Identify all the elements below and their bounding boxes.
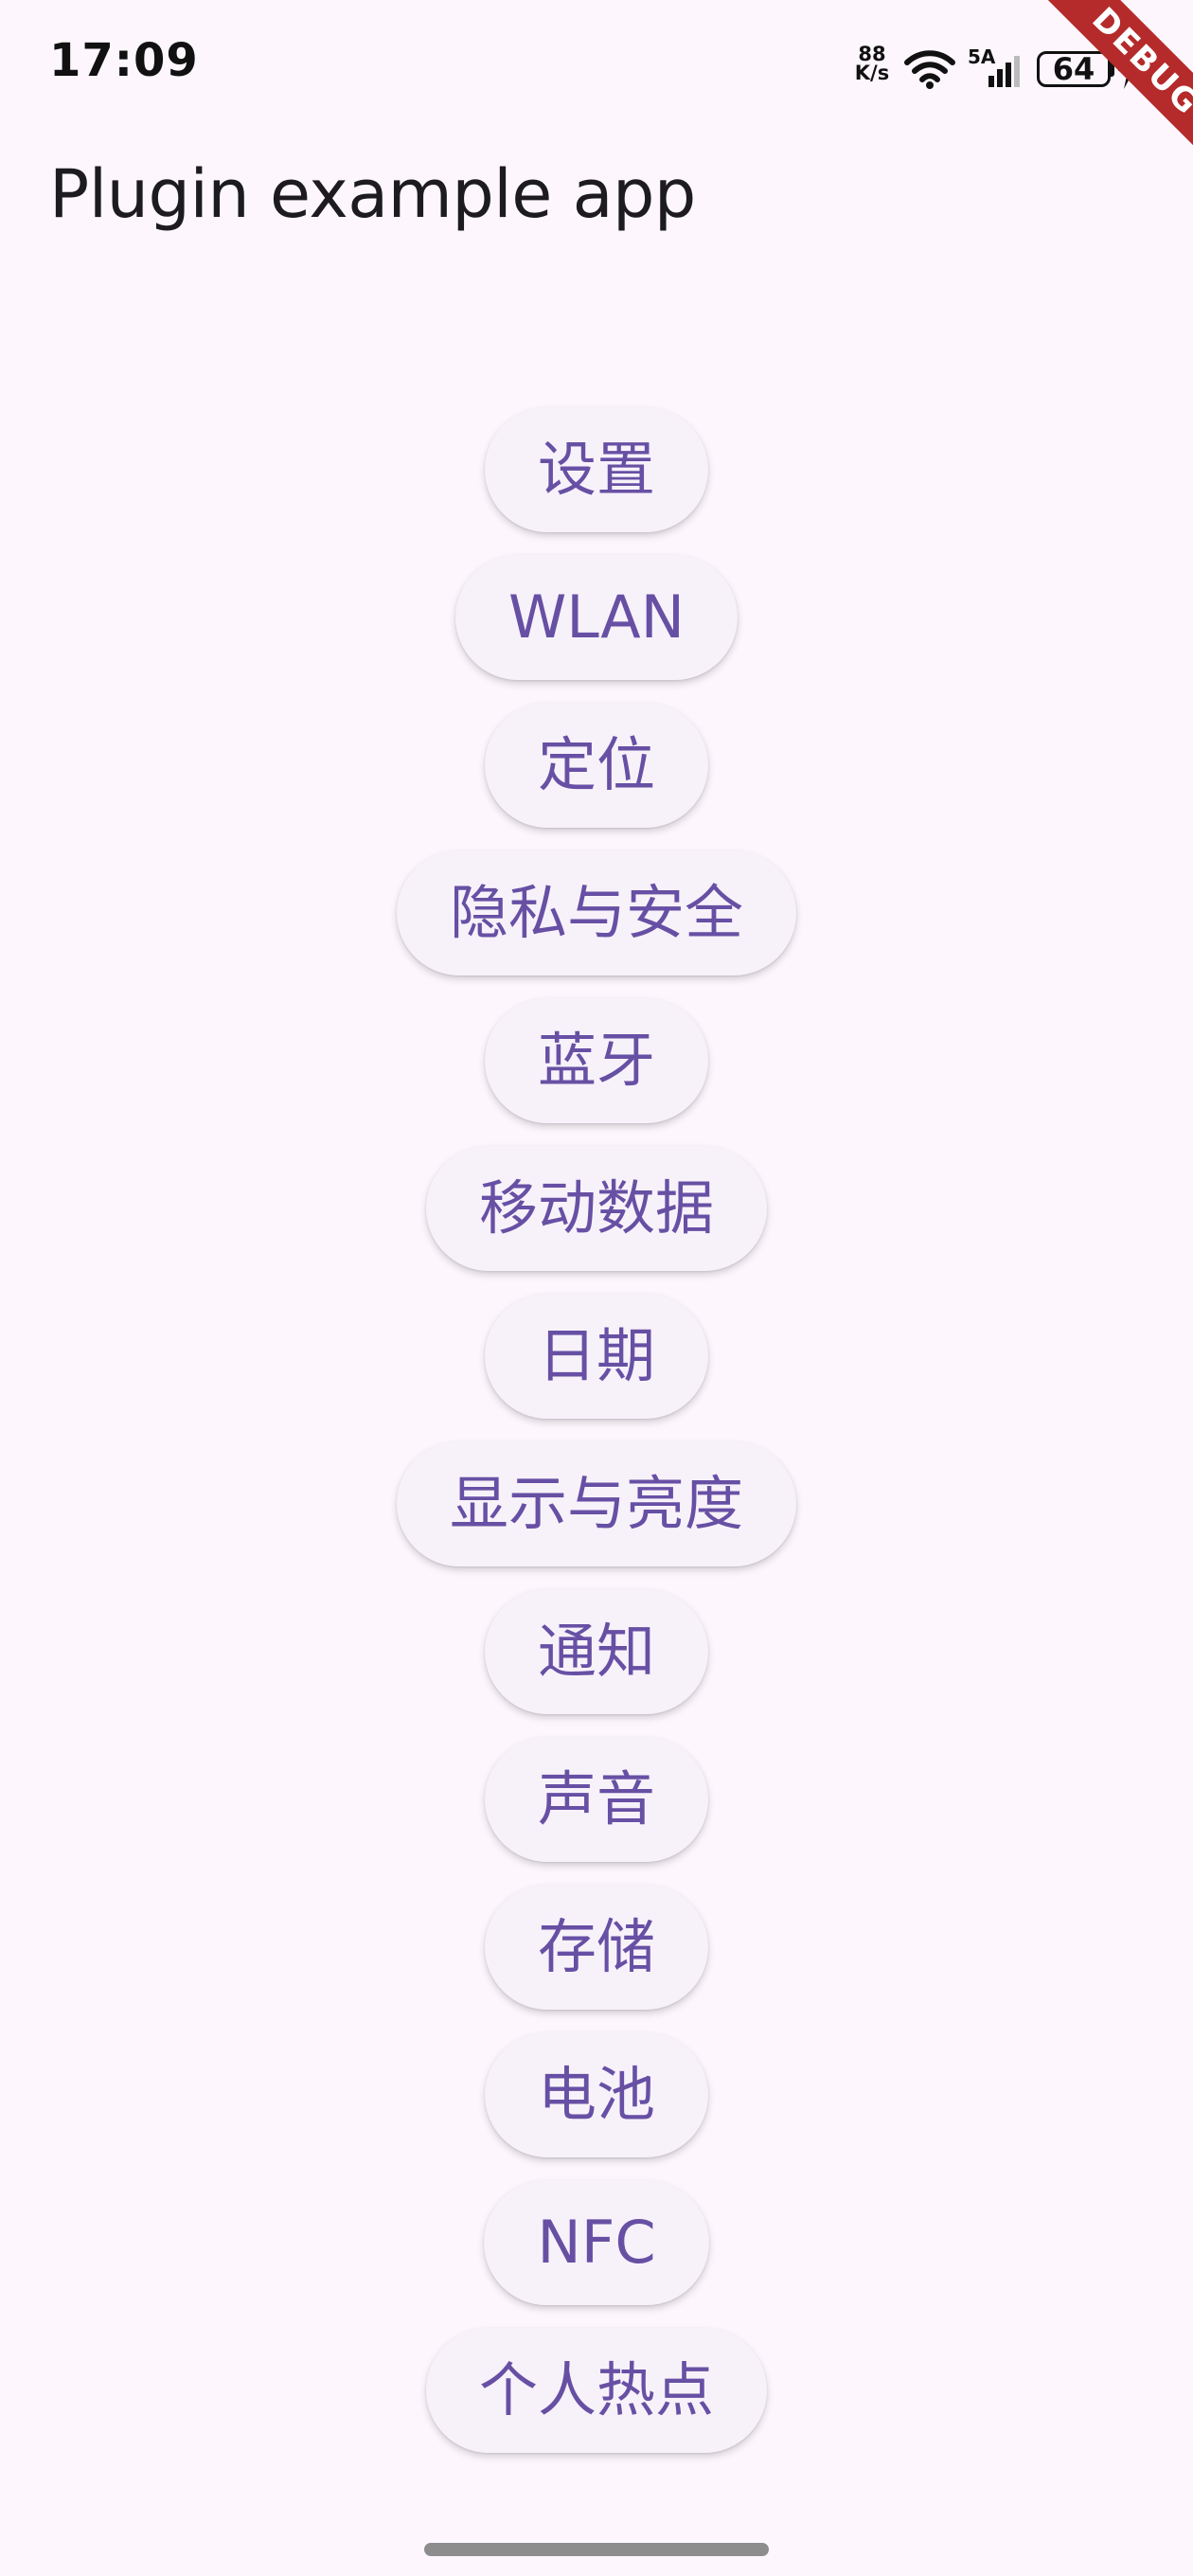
network-speed: 88 K/s [847, 45, 897, 83]
nfc-button[interactable]: NFC [484, 2180, 709, 2305]
privacy-security-button[interactable]: 隐私与安全 [396, 850, 796, 975]
sound-button[interactable]: 声音 [484, 1737, 708, 1862]
battery-level: 64 [1052, 51, 1095, 87]
notifications-button[interactable]: 通知 [484, 1589, 708, 1714]
settings-button-list: 设置 WLAN 定位 隐私与安全 蓝牙 移动数据 日期 显示与亮度 通知 声音 … [0, 407, 1193, 2476]
settings-button[interactable]: 设置 [484, 407, 708, 532]
personal-hotspot-button[interactable]: 个人热点 [425, 2328, 767, 2453]
signal-icon [988, 56, 1020, 87]
wlan-button[interactable]: WLAN [454, 555, 739, 680]
status-time: 17:09 [49, 34, 199, 87]
home-gesture-bar[interactable] [424, 2543, 769, 2556]
date-button[interactable]: 日期 [484, 1294, 708, 1419]
bluetooth-button[interactable]: 蓝牙 [484, 998, 708, 1123]
battery-icon: 64 [1037, 51, 1111, 87]
network-speed-unit: K/s [854, 61, 890, 84]
location-button[interactable]: 定位 [484, 703, 708, 828]
battery-button[interactable]: 电池 [484, 2032, 708, 2157]
mobile-data-button[interactable]: 移动数据 [425, 1146, 767, 1271]
storage-button[interactable]: 存储 [484, 1885, 708, 2010]
page-title: Plugin example app [49, 155, 696, 233]
wifi-icon [904, 50, 955, 89]
display-brightness-button[interactable]: 显示与亮度 [396, 1441, 796, 1566]
status-bar: 17:09 88 K/s 5A 64 [0, 0, 1193, 137]
